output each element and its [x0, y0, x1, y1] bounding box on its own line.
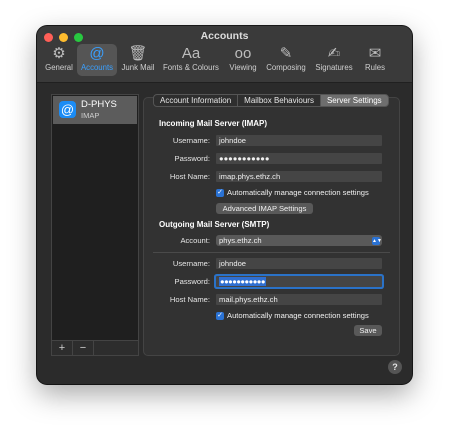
remove-account-button[interactable]: − — [73, 341, 94, 355]
envelope-icon: ✉ — [368, 45, 382, 62]
checkmark-icon[interactable]: ✓ — [216, 311, 224, 320]
toolbar-composing[interactable]: ✎ Composing — [263, 44, 309, 76]
font-icon: Aa — [181, 44, 201, 62]
tab-account-information[interactable]: Account Information — [153, 94, 239, 107]
toolbar-general-label: General — [45, 63, 73, 72]
sidebar-footer: + − — [52, 340, 138, 355]
signature-icon: ✍ — [327, 45, 341, 62]
outgoing-auto-manage-row[interactable]: ✓ Automatically manage connection settin… — [216, 311, 369, 320]
help-button[interactable]: ? — [388, 360, 402, 374]
outgoing-host-label: Host Name: — [169, 295, 210, 304]
at-icon: @ — [89, 44, 105, 62]
toolbar-general[interactable]: ⚙ General — [42, 44, 76, 76]
settings-tabs: Account Information Mailbox Behaviours S… — [153, 94, 389, 107]
accounts-sidebar: @ D-PHYS IMAP + − — [51, 94, 139, 356]
account-item-d-phys[interactable]: @ D-PHYS IMAP — [53, 96, 137, 124]
incoming-auto-manage-row[interactable]: ✓ Automatically manage connection settin… — [216, 188, 369, 197]
tab-mailbox-behaviours[interactable]: Mailbox Behaviours — [237, 94, 321, 107]
incoming-heading: Incoming Mail Server (IMAP) — [159, 119, 268, 128]
incoming-auto-manage-label: Automatically manage connection settings — [227, 188, 369, 197]
toolbar-rules-label: Rules — [365, 63, 385, 72]
divider — [153, 252, 390, 253]
toolbar-viewing[interactable]: oo Viewing — [224, 44, 262, 76]
incoming-host-label: Host Name: — [169, 172, 210, 181]
outgoing-password-value: ●●●●●●●●●●● — [219, 277, 266, 286]
outgoing-password-label: Password: — [174, 277, 210, 286]
add-account-button[interactable]: + — [52, 341, 73, 355]
toolbar-junk-mail[interactable]: 🗑 Junk Mail — [118, 44, 158, 76]
toolbar-rules[interactable]: ✉ Rules — [359, 44, 391, 76]
toolbar-junk-mail-label: Junk Mail — [121, 63, 155, 72]
preferences-toolbar: ⚙ General @ Accounts 🗑 Junk Mail Aa Font… — [42, 44, 407, 80]
toolbar-composing-label: Composing — [266, 63, 306, 72]
incoming-password-field[interactable]: ●●●●●●●●●●● — [216, 153, 382, 164]
incoming-username-label: Username: — [172, 136, 210, 145]
tab-server-settings[interactable]: Server Settings — [319, 94, 389, 107]
incoming-password-label: Password: — [174, 154, 210, 163]
toolbar-fonts-colours-label: Fonts & Colours — [163, 63, 219, 72]
toolbar-signatures-label: Signatures — [315, 63, 353, 72]
account-type: IMAP — [81, 111, 100, 120]
outgoing-account-label: Account: — [180, 236, 210, 245]
outgoing-account-select[interactable]: phys.ethz.ch ▲▼ — [216, 235, 382, 246]
at-icon: @ — [59, 101, 76, 118]
outgoing-username-field[interactable]: johndoe — [216, 258, 382, 269]
gear-icon: ⚙ — [52, 45, 66, 62]
checkmark-icon[interactable]: ✓ — [216, 188, 224, 197]
trash-icon: 🗑 — [128, 45, 148, 62]
compose-icon: ✎ — [279, 45, 293, 62]
outgoing-account-value: phys.ethz.ch — [219, 236, 262, 245]
outgoing-heading: Outgoing Mail Server (SMTP) — [159, 220, 270, 229]
settings-panel: Account Information Mailbox Behaviours S… — [143, 94, 400, 356]
toolbar-signatures[interactable]: ✍ Signatures — [310, 44, 358, 76]
outgoing-password-field[interactable]: ●●●●●●●●●●● — [216, 276, 382, 287]
toolbar-viewing-label: Viewing — [229, 63, 257, 72]
toolbar-accounts-label: Accounts — [80, 63, 114, 72]
toolbar-accounts[interactable]: @ Accounts — [77, 44, 117, 76]
outgoing-auto-manage-label: Automatically manage connection settings — [227, 311, 369, 320]
incoming-username-field[interactable]: johndoe — [216, 135, 382, 146]
account-name: D-PHYS — [81, 99, 117, 110]
chevron-updown-icon: ▲▼ — [372, 236, 382, 245]
titlebar: Accounts ⚙ General @ Accounts 🗑 Junk Mai… — [37, 26, 412, 83]
outgoing-host-field[interactable]: mail.phys.ethz.ch — [216, 294, 382, 305]
accounts-window: Accounts ⚙ General @ Accounts 🗑 Junk Mai… — [37, 26, 412, 384]
window-title: Accounts — [200, 30, 249, 42]
incoming-host-field[interactable]: imap.phys.ethz.ch — [216, 171, 382, 182]
outgoing-username-label: Username: — [172, 259, 210, 268]
advanced-imap-settings-button[interactable]: Advanced IMAP Settings — [216, 203, 313, 214]
glasses-icon: oo — [234, 44, 252, 62]
save-button[interactable]: Save — [354, 325, 382, 336]
toolbar-fonts-colours[interactable]: Aa Fonts & Colours — [159, 44, 223, 76]
